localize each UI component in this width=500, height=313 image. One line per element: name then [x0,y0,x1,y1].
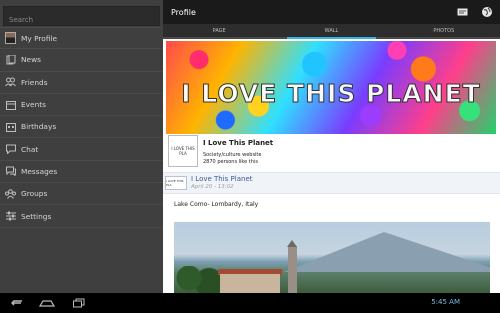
sidebar-item-settings[interactable]: Settings [0,205,163,228]
events-icon [5,99,16,110]
tab-photos[interactable]: PHOTOS [388,24,500,37]
sidebar-nav: My Profile News Friends Events Birthdays [0,27,163,228]
birthdays-icon [5,121,16,132]
sidebar-item-birthdays[interactable]: Birthdays [0,116,163,139]
groups-icon [5,188,16,199]
back-icon[interactable] [6,296,28,310]
sidebar: My Profile News Friends Events Birthdays [0,0,163,293]
page-thumbnail[interactable]: I LOVE THIS PLA [168,135,198,167]
page-meta: Society/culture website 2870 persons lik… [203,152,261,166]
friends-icon [5,77,16,88]
main-panel: Profile PAGE WALL PHOTOS I LOVE THIS PLA… [163,0,500,293]
sidebar-item-label: Groups [21,189,48,199]
cover-photo[interactable]: I LOVE THIS PLANET [166,41,496,134]
sidebar-item-label: Messages [21,166,58,176]
tab-wall[interactable]: WALL [275,24,387,39]
wall-content: I LOVE THIS PLANET I LOVE THIS PLA I Lov… [163,39,500,293]
sidebar-item-label: News [21,55,41,65]
page-info: I LOVE THIS PLA I Love This Planet Socie… [166,135,496,171]
post-photo[interactable] [174,222,490,293]
chat-icon [5,144,16,155]
post-author[interactable]: I Love This Planet [191,175,253,183]
sidebar-item-label: Friends [21,77,48,87]
home-icon[interactable] [36,296,58,310]
recent-apps-icon[interactable] [68,296,90,310]
tab-bar: PAGE WALL PHOTOS [163,24,500,39]
post-thumbnail-text: I LOVE THIS PLA [166,179,184,187]
post-text: Lake Como- Lombardy, Italy [174,201,259,208]
system-nav-bar: 5:45 AM [0,293,500,313]
post-author-thumbnail[interactable]: I LOVE THIS PLA [165,176,187,190]
sidebar-item-label: Chat [21,144,39,154]
status-clock: 5:45 AM [431,298,460,306]
settings-icon [5,211,16,222]
sidebar-item-label: Events [21,100,47,110]
globe-icon[interactable] [480,5,494,19]
page-name: I Love This Planet [203,139,274,147]
sidebar-item-chat[interactable]: Chat [0,138,163,161]
cover-text: I LOVE THIS PLANET [181,79,481,109]
page-likes: 2870 persons like this [203,159,258,165]
page-category: Society/culture website [203,152,262,158]
photo-mountain [284,232,490,272]
post-date: April 20 - 13:02 [191,184,234,190]
messages-icon [5,166,16,177]
sidebar-item-groups[interactable]: Groups [0,183,163,206]
sidebar-item-label: My Profile [21,33,58,43]
search-box[interactable] [3,6,160,29]
sidebar-item-news[interactable]: News [0,49,163,72]
photo-bell-tower [287,240,297,293]
tab-page[interactable]: PAGE [163,24,275,37]
photo-house [220,274,280,293]
sidebar-item-label: Settings [21,211,52,221]
sidebar-item-events[interactable]: Events [0,94,163,117]
sidebar-item-messages[interactable]: Messages [0,161,163,184]
sidebar-item-label: Birthdays [21,122,57,132]
sidebar-item-my-profile[interactable]: My Profile [0,27,163,50]
action-bar: Profile [163,0,500,24]
compose-icon[interactable] [456,5,470,19]
sidebar-item-friends[interactable]: Friends [0,72,163,94]
photo-trees [174,266,224,293]
post-header: I LOVE THIS PLA I Love This Planet April… [163,172,500,194]
news-icon [5,54,16,65]
page-title: Profile [171,7,196,17]
page-thumbnail-text: I LOVE THIS PLA [171,146,195,156]
avatar [5,32,16,45]
